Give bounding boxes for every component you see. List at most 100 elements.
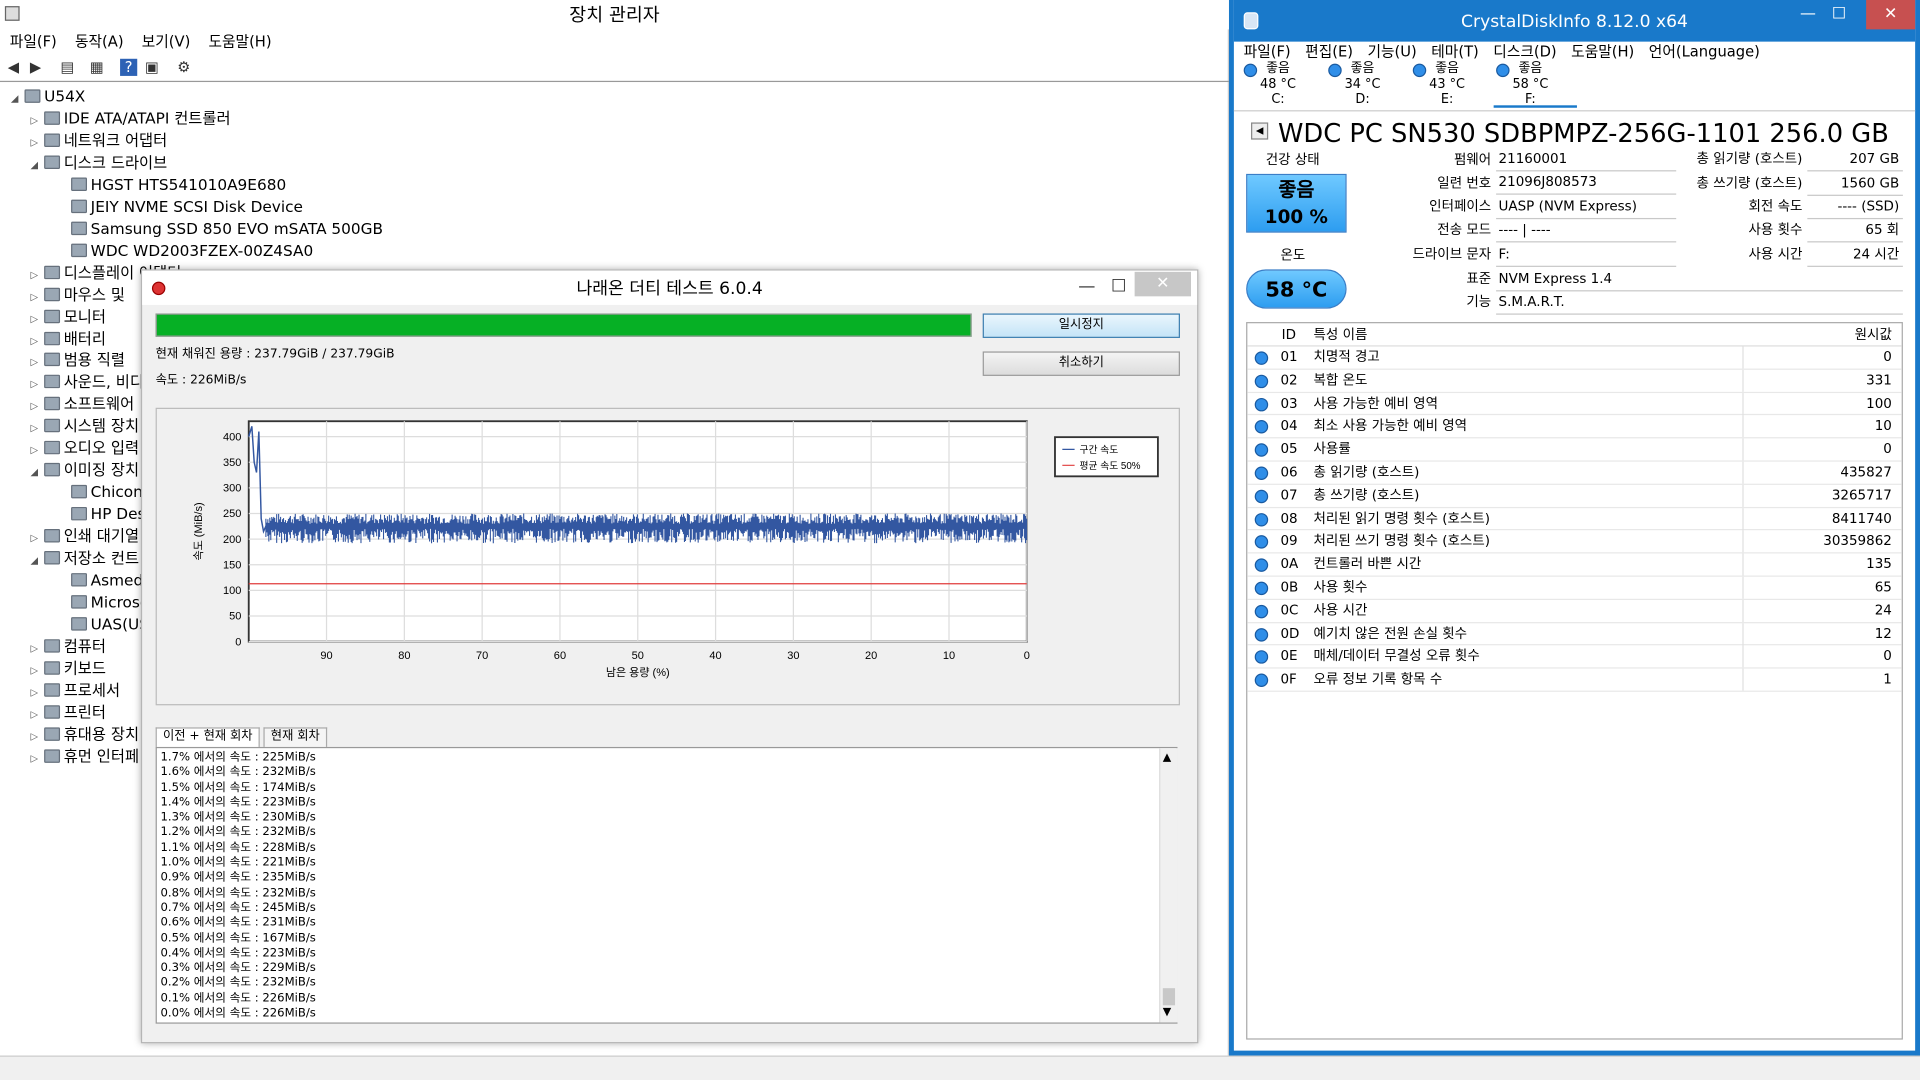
smart-row[interactable]: 01 치명적 경고 0 — [1247, 346, 1902, 370]
tree-node[interactable]: HP Desk — [54, 503, 154, 525]
drive-tab-d[interactable]: 좋음 34 °C D: — [1326, 61, 1400, 108]
drive-tab-e[interactable]: 좋음 43 °C E: — [1410, 61, 1484, 108]
tree-node[interactable]: Microsof — [54, 591, 155, 613]
tree-node-label: IDE ATA/ATAPI 컨트롤러 — [63, 108, 231, 128]
x-tick-label: 0 — [1024, 650, 1030, 662]
forward-arrow-icon[interactable]: ▶ — [27, 59, 44, 76]
tree-node[interactable]: ▷ 사운드, 비디 — [27, 372, 144, 394]
health-status-box[interactable]: 좋음 100 % — [1246, 173, 1347, 233]
tab-all-rounds[interactable]: 이전 + 현재 회차 — [155, 727, 260, 749]
expand-arrow-icon[interactable]: ◢ — [7, 88, 22, 110]
y-tick-label: 300 — [223, 483, 241, 495]
smart-header-name[interactable]: 특성 이름 — [1314, 323, 1368, 346]
tree-node[interactable]: ▷ 컴퓨터 — [27, 635, 106, 657]
tree-node[interactable]: ▷ 소프트웨어 — [27, 393, 135, 415]
tab-current-round[interactable]: 현재 회차 — [263, 727, 328, 747]
drive-tab-c[interactable]: 좋음 48 °C C: — [1241, 61, 1315, 108]
close-icon[interactable]: ✕ — [1134, 271, 1191, 297]
cdi-menu-file[interactable]: 파일(F) — [1244, 43, 1291, 60]
tree-node[interactable]: ▷ 프로세서 — [27, 679, 121, 701]
tree-node[interactable]: ◢ 이미징 장치 — [27, 459, 140, 484]
smart-row[interactable]: 02 복합 온도 331 — [1247, 369, 1902, 393]
help-icon[interactable]: ? — [120, 58, 138, 76]
tree-node[interactable]: ▷ 네트워크 어댑터 — [27, 130, 168, 152]
scan-hardware-icon[interactable]: ⚙ — [175, 59, 192, 76]
cancel-button[interactable]: 취소하기 — [982, 351, 1180, 376]
expand-arrow-icon[interactable]: ▷ — [27, 748, 42, 770]
smart-row[interactable]: 0B 사용 횟수 65 — [1247, 576, 1902, 600]
smart-row[interactable]: 0D 예기치 않은 전원 손실 횟수 12 — [1247, 622, 1902, 646]
tree-node[interactable]: ▷ 휴먼 인터페 — [27, 745, 140, 770]
tree-node[interactable]: ▷ 마우스 및 — [27, 284, 125, 306]
expand-arrow-icon[interactable]: ◢ — [27, 462, 42, 484]
properties-icon[interactable]: ▦ — [88, 59, 105, 76]
smart-header-raw[interactable]: 원시값 — [1855, 323, 1892, 346]
tree-node[interactable]: ▷ 인쇄 대기열 — [27, 525, 140, 547]
smart-row[interactable]: 0F 오류 정보 기록 항목 수 1 — [1247, 668, 1902, 692]
smart-row[interactable]: 06 총 읽기량 (호스트) 435827 — [1247, 461, 1902, 485]
smart-row[interactable]: 0C 사용 시간 24 — [1247, 599, 1902, 623]
expand-arrow-icon[interactable]: ◢ — [27, 154, 42, 176]
tree-node[interactable]: ◢ U54X — [7, 86, 85, 108]
menu-view[interactable]: 보기(V) — [142, 33, 191, 50]
smart-row[interactable]: 04 최소 사용 가능한 예비 영역 10 — [1247, 415, 1902, 439]
smart-row[interactable]: 08 처리된 읽기 명령 횟수 (호스트) 8411740 — [1247, 507, 1902, 531]
cdi-close-icon[interactable]: ✕ — [1866, 0, 1916, 30]
tree-node[interactable]: ▷ 배터리 — [27, 328, 106, 350]
tree-node[interactable]: ◢ 저장소 컨트 — [27, 547, 140, 572]
y-tick-label: 250 — [223, 508, 241, 520]
log-scrollbar[interactable]: ▲ ▼ — [1159, 748, 1178, 1023]
maximize-icon[interactable]: ☐ — [1100, 274, 1137, 298]
cdi-minimize-icon[interactable]: — — [1800, 5, 1816, 23]
cdi-menu-disk[interactable]: 디스크(D) — [1493, 43, 1556, 60]
cdi-menu-function[interactable]: 기능(U) — [1367, 43, 1416, 60]
action-pane-icon[interactable]: ▣ — [143, 59, 160, 76]
drive-tab-f[interactable]: 좋음 58 °C F: — [1494, 61, 1568, 108]
cdi-menu-language[interactable]: 언어(Language) — [1649, 43, 1760, 60]
tree-node[interactable]: HGST HTS541010A9E680 — [54, 174, 286, 196]
speed-log-box[interactable]: 1.7% 에서의 속도 : 225MiB/s 1.6% 에서의 속도 : 232M… — [155, 746, 1178, 1024]
tree-node-label: 휴먼 인터페 — [63, 746, 140, 765]
console-tree-icon[interactable]: ▤ — [59, 59, 76, 76]
tree-node[interactable]: Chicony — [54, 481, 152, 503]
smart-row[interactable]: 0A 컨트롤러 바쁜 시간 135 — [1247, 553, 1902, 577]
menu-action[interactable]: 동작(A) — [75, 33, 124, 50]
cdi-maximize-icon[interactable]: ☐ — [1832, 5, 1846, 23]
menu-help[interactable]: 도움말(H) — [208, 33, 271, 50]
tree-node[interactable]: Samsung SSD 850 EVO mSATA 500GB — [54, 218, 383, 240]
scroll-thumb[interactable] — [1162, 988, 1176, 1006]
menu-file[interactable]: 파일(F) — [10, 33, 57, 50]
smart-row[interactable]: 0E 매체/데이터 무결성 오류 횟수 0 — [1247, 645, 1902, 669]
scroll-down-icon[interactable]: ▼ — [1163, 1007, 1171, 1019]
cdi-menu-edit[interactable]: 편집(E) — [1305, 43, 1353, 60]
expand-arrow-icon[interactable]: ◢ — [27, 550, 42, 572]
cdi-menu-theme[interactable]: 테마(T) — [1431, 43, 1479, 60]
tree-node[interactable]: ▷ 모니터 — [27, 306, 106, 328]
tree-node[interactable]: JEIY NVME SCSI Disk Device — [54, 196, 303, 218]
smart-row[interactable]: 07 총 쓰기량 (호스트) 3265717 — [1247, 484, 1902, 508]
tree-node[interactable]: ◢ 디스크 드라이브 — [27, 152, 168, 176]
back-arrow-icon[interactable]: ◀ — [5, 59, 22, 76]
tree-node[interactable]: WDC WD2003FZEX-00Z4SA0 — [54, 240, 313, 262]
smart-row[interactable]: 05 사용률 0 — [1247, 438, 1902, 462]
x-tick-label: 50 — [632, 650, 644, 662]
log-line: 1.6% 에서의 속도 : 232MiB/s — [160, 765, 316, 780]
tree-node[interactable]: ▷ IDE ATA/ATAPI 컨트롤러 — [27, 108, 231, 130]
scroll-up-icon[interactable]: ▲ — [1163, 752, 1171, 764]
tree-node[interactable]: UAS(USI — [54, 613, 154, 635]
smart-header-id[interactable]: ID — [1282, 323, 1296, 346]
smart-row[interactable]: 09 처리된 쓰기 명령 횟수 (호스트) 30359862 — [1247, 530, 1902, 554]
tree-node[interactable]: ▷ 오디오 입력 — [27, 437, 140, 459]
previous-disk-icon[interactable]: ◀ — [1251, 122, 1269, 140]
tree-node[interactable]: ▷ 시스템 장치 — [27, 415, 140, 437]
cdi-menu-help[interactable]: 도움말(H) — [1571, 43, 1634, 60]
tree-node[interactable]: ▷ 범용 직렬 — [27, 350, 125, 372]
smart-row[interactable]: 03 사용 가능한 예비 영역 100 — [1247, 392, 1902, 416]
device-icon — [71, 507, 87, 521]
tree-node[interactable]: ▷ 휴대용 장치 — [27, 723, 140, 745]
y-tick-label: 200 — [223, 534, 241, 546]
host-reads-label: 총 읽기량 (호스트) — [1696, 150, 1803, 167]
tree-node[interactable]: ▷ 프린터 — [27, 701, 106, 723]
tree-node[interactable]: ▷ 키보드 — [27, 657, 106, 679]
pause-button[interactable]: 일시정지 — [982, 313, 1180, 338]
